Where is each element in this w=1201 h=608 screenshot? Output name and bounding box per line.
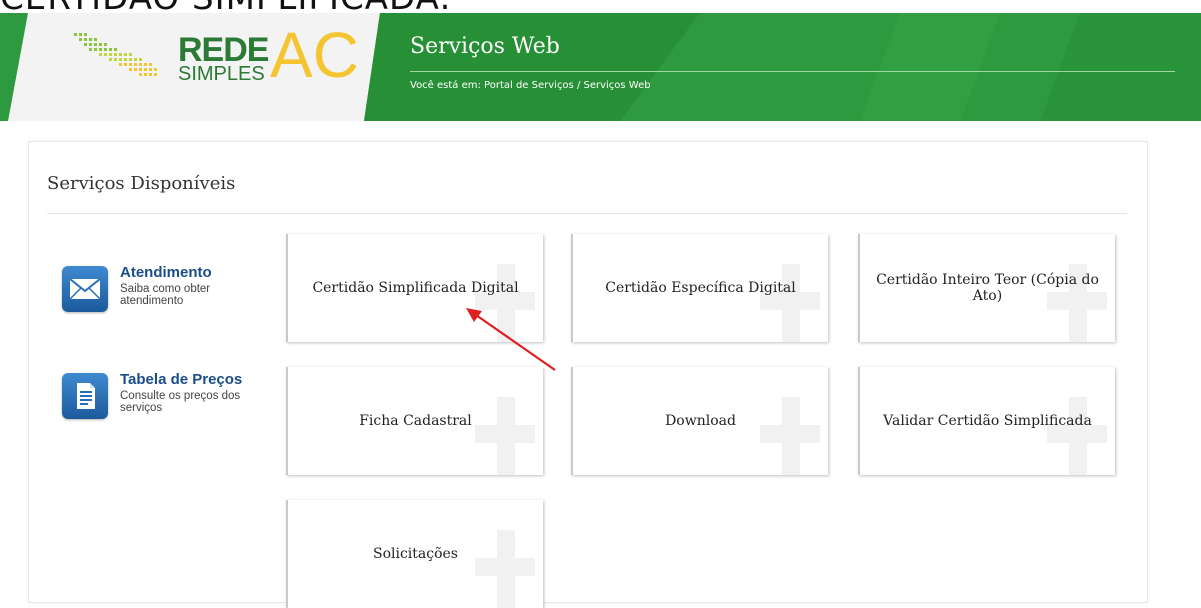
service-card-certidao-simplificada-digital[interactable]: Certidão Simplificada Digital bbox=[286, 234, 543, 342]
service-card-download[interactable]: Download bbox=[571, 367, 828, 475]
logo-simples-text: SIMPLES bbox=[178, 63, 265, 85]
panel-title: Serviços Disponíveis bbox=[47, 173, 236, 194]
header-divider bbox=[410, 71, 1175, 72]
breadcrumb: Você está em: Portal de Serviços / Servi… bbox=[410, 80, 651, 91]
service-card-label: Certidão Simplificada Digital bbox=[312, 280, 519, 296]
service-card-solicitacoes[interactable]: Solicitações bbox=[286, 500, 543, 608]
page-title: Serviços Web bbox=[410, 34, 560, 59]
service-card-label: Download bbox=[665, 413, 736, 429]
service-card-label: Certidão Inteiro Teor (Cópia do Ato) bbox=[876, 272, 1099, 304]
service-card-label: Ficha Cadastral bbox=[359, 413, 472, 429]
sidebar-item-description: Saiba como obter atendimento bbox=[120, 283, 211, 307]
service-card-certidao-inteiro-teor[interactable]: Certidão Inteiro Teor (Cópia do Ato) bbox=[858, 234, 1115, 342]
acre-map-icon bbox=[74, 33, 157, 76]
service-card-validar-certidao-simplificada[interactable]: Validar Certidão Simplificada bbox=[858, 367, 1115, 475]
service-card-label: Solicitações bbox=[372, 546, 458, 562]
sidebar-item-title: Atendimento bbox=[120, 264, 212, 281]
page-header: REDE SIMPLES AC Serviços Web Você está e… bbox=[0, 13, 1201, 121]
service-card-ficha-cadastral[interactable]: Ficha Cadastral bbox=[286, 367, 543, 475]
rede-simples-ac-logo[interactable]: REDE SIMPLES AC bbox=[60, 23, 359, 95]
sidebar-item-title: Tabela de Preços bbox=[120, 371, 243, 388]
sidebar-item-description: Consulte os preços dos serviços bbox=[120, 390, 241, 414]
sidebar-item-tabela-de-precos[interactable]: Tabela de Preços Consulte os preços dos … bbox=[62, 371, 282, 433]
sidebar-item-atendimento[interactable]: Atendimento Saiba como obter atendimento bbox=[62, 264, 282, 326]
service-card-label: Certidão Específica Digital bbox=[605, 280, 796, 296]
document-icon bbox=[62, 373, 108, 419]
service-card-certidao-especifica-digital[interactable]: Certidão Específica Digital bbox=[571, 234, 828, 342]
service-card-label: Validar Certidão Simplificada bbox=[883, 413, 1092, 429]
caption-text: CERTIDÃO SIMPLIFICADA: bbox=[0, 0, 452, 18]
logo-ac-text: AC bbox=[270, 19, 359, 91]
mail-icon bbox=[62, 266, 108, 312]
panel-divider bbox=[47, 213, 1127, 214]
